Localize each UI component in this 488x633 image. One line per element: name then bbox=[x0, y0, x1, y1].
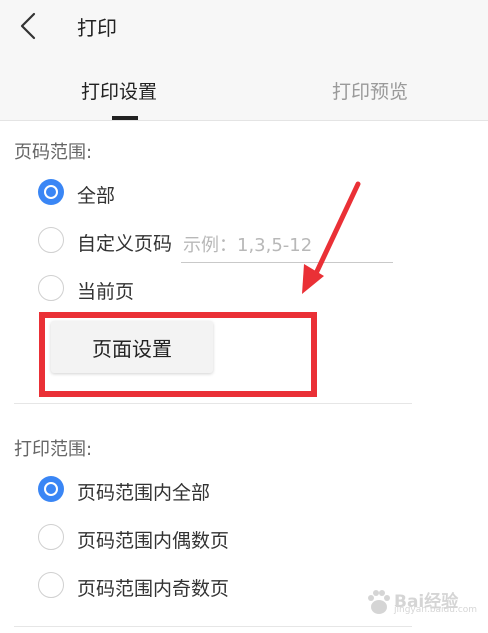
watermark-subtext: jingyan.baidu.com bbox=[394, 605, 478, 615]
bottom-divider bbox=[14, 626, 412, 627]
tab-print-preview[interactable]: 打印预览 bbox=[332, 77, 408, 104]
radio-custom-pages[interactable] bbox=[38, 227, 64, 253]
option-label-range-even[interactable]: 页码范围内偶数页 bbox=[77, 526, 229, 553]
back-arrow-icon[interactable] bbox=[16, 10, 44, 42]
radio-range-even[interactable] bbox=[38, 524, 64, 550]
radio-all-pages[interactable] bbox=[38, 179, 64, 205]
page-range-label: 页码范围: bbox=[14, 142, 93, 163]
option-label-range-odd[interactable]: 页码范围内奇数页 bbox=[77, 574, 229, 601]
option-label-range-all[interactable]: 页码范围内全部 bbox=[77, 478, 210, 505]
radio-range-odd[interactable] bbox=[38, 572, 64, 598]
radio-range-all[interactable] bbox=[38, 476, 64, 502]
paw-icon bbox=[368, 590, 390, 614]
app-header: 打印 打印设置 打印预览 bbox=[0, 0, 488, 121]
print-range-label: 打印范围: bbox=[14, 439, 93, 460]
tab-print-settings[interactable]: 打印设置 bbox=[81, 77, 157, 104]
section-divider bbox=[14, 403, 412, 404]
page-title: 打印 bbox=[77, 16, 117, 40]
radio-current-page[interactable] bbox=[38, 275, 64, 301]
option-label-current[interactable]: 当前页 bbox=[77, 277, 134, 304]
custom-pages-input[interactable] bbox=[181, 229, 393, 263]
option-label-custom[interactable]: 自定义页码 bbox=[77, 229, 172, 256]
baidu-watermark: Bai经验 jingyan.baidu.com bbox=[366, 585, 478, 621]
watermark-text: Bai经验 bbox=[394, 592, 459, 612]
active-tab-indicator bbox=[112, 116, 138, 120]
option-label-all[interactable]: 全部 bbox=[77, 181, 115, 208]
page-setup-button[interactable]: 页面设置 bbox=[51, 321, 213, 373]
